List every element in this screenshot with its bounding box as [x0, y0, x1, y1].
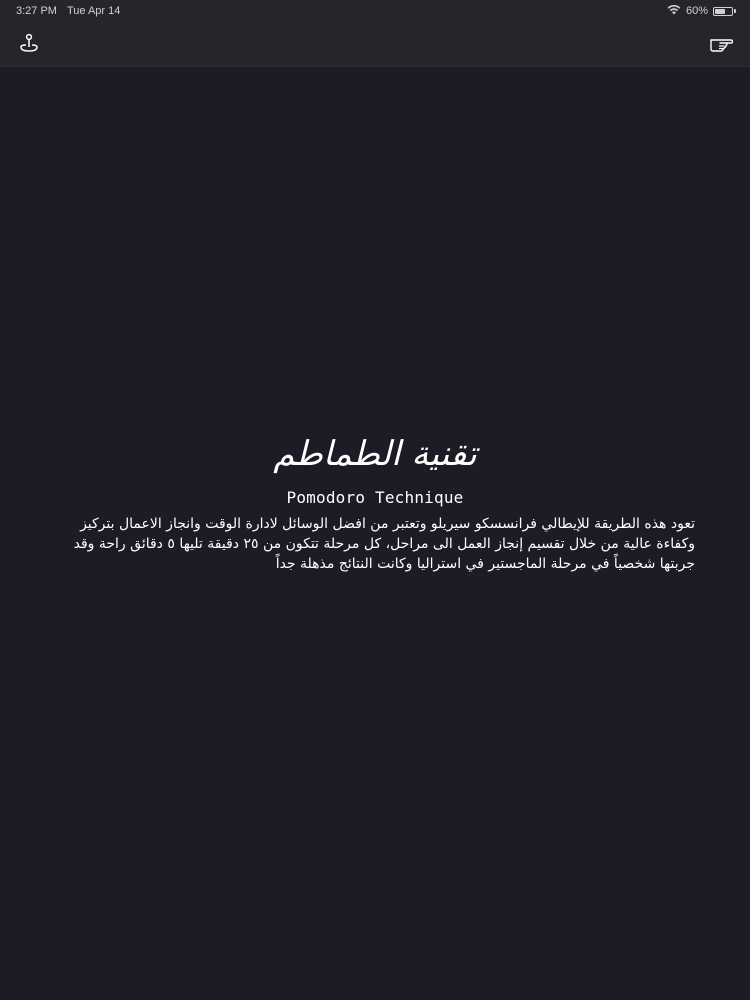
nav-bar: [0, 22, 750, 67]
battery-percent: 60%: [685, 5, 708, 17]
status-right: 60%: [667, 4, 736, 18]
status-left: 3:27 PM Tue Apr 14: [16, 5, 120, 17]
battery-cap: [734, 9, 736, 13]
joystick-button[interactable]: [16, 32, 42, 58]
app-screen: 3:27 PM Tue Apr 14 60% تقنية الطماطم Pom…: [0, 0, 750, 1000]
status-time: 3:27 PM: [16, 5, 57, 17]
status-bar: 3:27 PM Tue Apr 14 60%: [0, 0, 750, 22]
main-content: تقنية الطماطم Pomodoro Technique تعود هذ…: [0, 420, 750, 574]
description-text: تعود هذه الطريقة للإيطالي فرانسسكو سيريل…: [73, 516, 695, 572]
pointing-hand-icon: [709, 32, 734, 58]
status-date: Tue Apr 14: [66, 5, 121, 17]
wifi-icon: [667, 4, 681, 18]
battery-fill: [715, 8, 725, 14]
arabic-title: تقنية الطماطم: [273, 434, 477, 474]
english-title: Pomodoro Technique: [286, 488, 464, 507]
pointing-hand-button[interactable]: [708, 32, 734, 58]
joystick-icon: [18, 32, 40, 58]
battery-icon: [713, 6, 733, 16]
